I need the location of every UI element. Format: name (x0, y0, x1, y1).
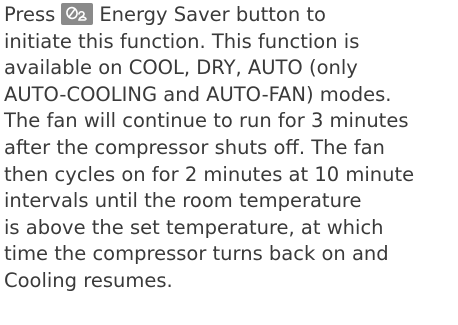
paragraph-line-1: Press Energy Saver button to (4, 2, 456, 29)
paragraph-line-10: time the compressor turns back on and (4, 242, 389, 266)
paragraph-line-11: Cooling resumes. (4, 268, 173, 292)
paragraph-line-2: initiate this function. This function is (4, 29, 360, 53)
paragraph-line-7: then cycles on for 2 minutes at 10 minut… (4, 162, 415, 186)
paragraph-line-5: The fan will continue to run for 3 minut… (4, 109, 409, 133)
instruction-paragraph: Press Energy Saver button to initiate th… (4, 2, 456, 295)
energy-saver-icon (61, 3, 94, 25)
paragraph-line-4: AUTO-COOLING and AUTO-FAN) modes. (4, 82, 392, 106)
press-text: Press (4, 3, 56, 26)
paragraph-line-6: after the compressor shuts off. The fan (4, 135, 385, 159)
paragraph-line-3: available on COOL, DRY, AUTO (only (4, 56, 358, 80)
energy-saver-text: Energy Saver button to (99, 3, 326, 26)
paragraph-line-9: is above the set temperature, at which (4, 215, 384, 239)
paragraph-line-8: intervals until the room temperature (4, 189, 362, 213)
